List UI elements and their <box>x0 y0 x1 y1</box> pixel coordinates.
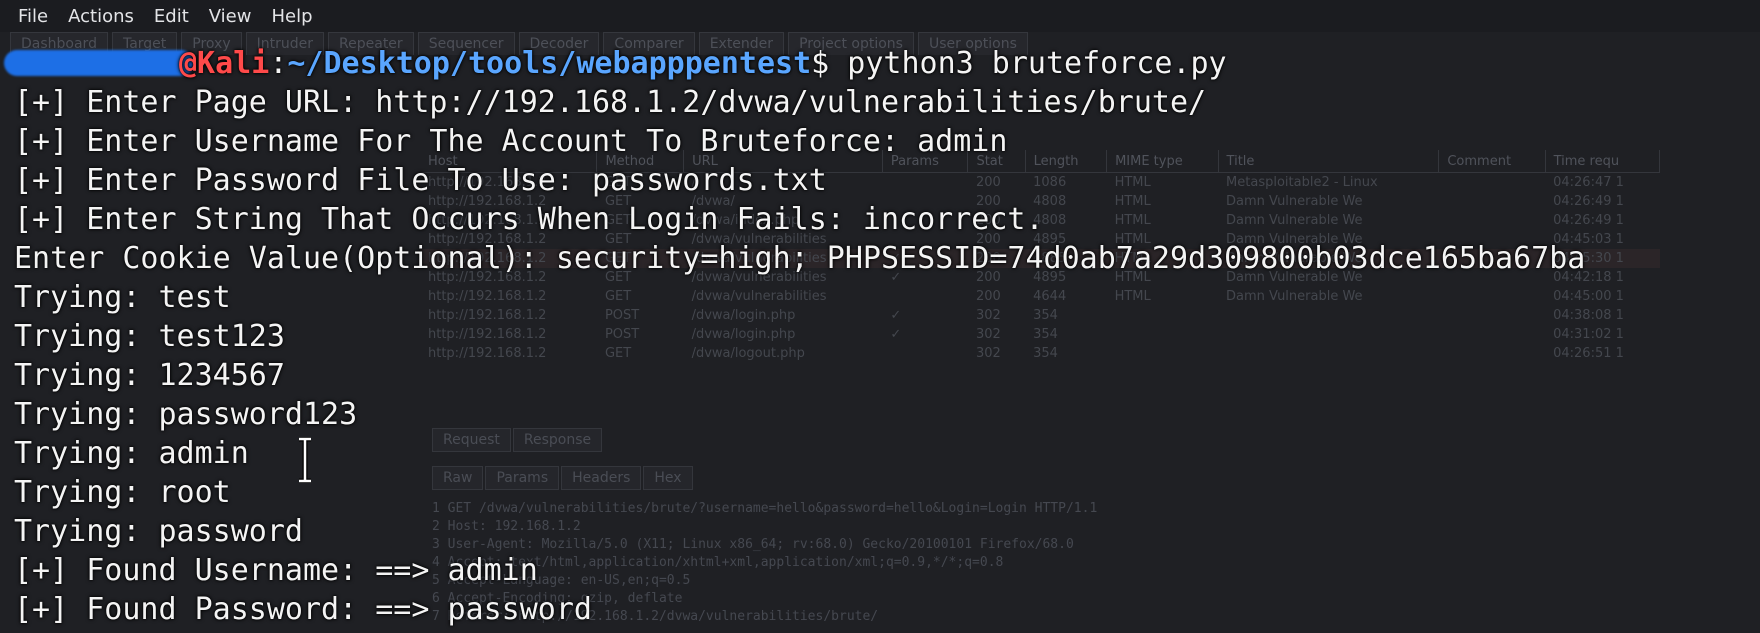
prompt-path: ~/Desktop/tools/webapppentest <box>287 46 812 81</box>
prompt-command: python3 bruteforce.py <box>847 46 1227 81</box>
menu-file[interactable]: File <box>8 6 58 27</box>
prompt-line: @Kali:~/Desktop/tools/webapppentest$ pyt… <box>0 44 1760 83</box>
output-line-found-password: [+] Found Password: ==> password <box>14 592 592 627</box>
terminal-menu-bar: File Actions Edit View Help <box>0 0 1760 32</box>
output-line-fail-string: [+] Enter String That Occurs When Login … <box>14 202 1044 237</box>
output-line-password-file: [+] Enter Password File To Use: password… <box>14 163 827 198</box>
screen: Dashboard Target Proxy Intruder Repeater… <box>0 0 1760 633</box>
menu-actions[interactable]: Actions <box>58 6 144 27</box>
menu-view[interactable]: View <box>199 6 262 27</box>
prompt-separator: : <box>269 46 288 81</box>
output-line-url: [+] Enter Page URL: http://192.168.1.2/d… <box>14 85 1207 120</box>
output-line-trying: Trying: test123 <box>14 319 285 354</box>
output-line-found-username: [+] Found Username: ==> admin <box>14 553 538 588</box>
output-line-trying: Trying: 1234567 <box>14 358 285 393</box>
output-line-trying: Trying: root <box>14 475 231 510</box>
terminal-output[interactable]: @Kali:~/Desktop/tools/webapppentest$ pyt… <box>0 44 1760 633</box>
prompt-host: @Kali <box>179 46 270 81</box>
prompt-symbol: $ <box>811 46 830 81</box>
output-line-username: [+] Enter Username For The Account To Br… <box>14 124 1008 159</box>
output-line-trying: Trying: test <box>14 280 231 315</box>
output-line-cookie: Enter Cookie Value(Optional): security=h… <box>14 241 1586 276</box>
output-line-trying: Trying: password123 <box>14 397 358 432</box>
menu-edit[interactable]: Edit <box>144 6 199 27</box>
output-line-trying: Trying: admin <box>14 436 249 471</box>
menu-help[interactable]: Help <box>261 6 322 27</box>
text-cursor-ibeam-icon <box>299 437 311 483</box>
output-line-trying: Trying: password <box>14 514 303 549</box>
